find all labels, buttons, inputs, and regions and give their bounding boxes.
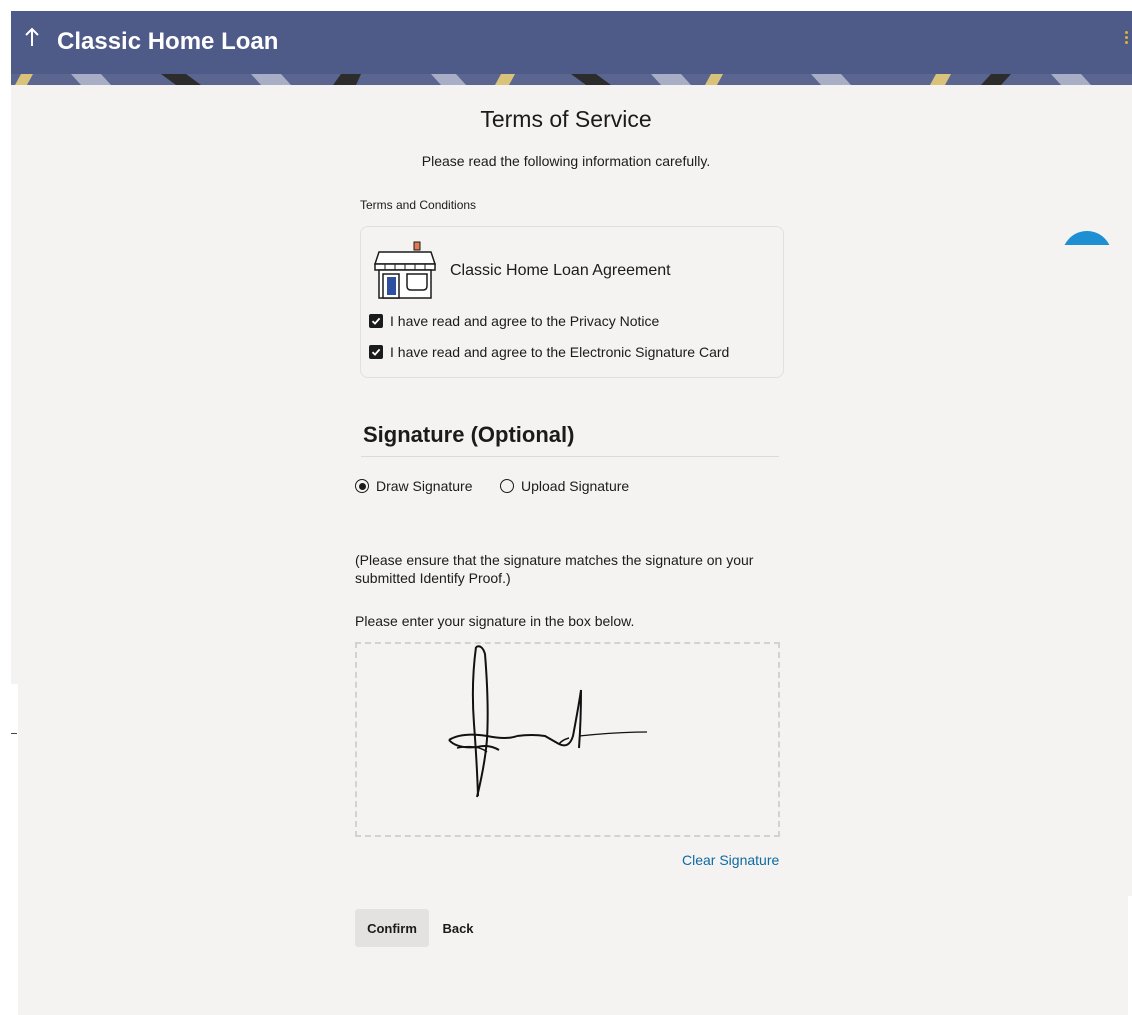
floating-action-button[interactable] xyxy=(1062,231,1112,245)
store-icon xyxy=(373,241,437,299)
checkbox-checked-icon[interactable] xyxy=(369,345,383,359)
privacy-notice-label: I have read and agree to the Privacy Not… xyxy=(390,313,660,329)
upload-signature-label: Upload Signature xyxy=(521,478,630,494)
signature-card-label: I have read and agree to the Electronic … xyxy=(390,344,730,360)
header-decorative-band xyxy=(11,74,1132,85)
page-title: Terms of Service xyxy=(480,106,652,132)
draw-signature-label: Draw Signature xyxy=(376,478,473,494)
signature-card-checkbox[interactable]: I have read and agree to the Electronic … xyxy=(369,344,729,360)
privacy-notice-checkbox[interactable]: I have read and agree to the Privacy Not… xyxy=(369,313,659,329)
checkbox-checked-icon[interactable] xyxy=(369,314,383,328)
signature-section-title: Signature (Optional) xyxy=(363,422,575,447)
drawn-signature xyxy=(448,645,648,798)
radio-unselected-icon[interactable] xyxy=(500,479,514,493)
divider xyxy=(361,456,779,457)
confirm-button[interactable]: Confirm xyxy=(355,909,429,947)
radio-selected-icon[interactable] xyxy=(355,479,369,493)
draw-signature-radio[interactable]: Draw Signature xyxy=(355,478,473,494)
signature-note: (Please ensure that the signature matche… xyxy=(355,552,754,586)
agreement-title: Classic Home Loan Agreement xyxy=(450,262,671,279)
edge-marker xyxy=(11,733,17,734)
app-title: Classic Home Loan xyxy=(57,28,279,55)
kebab-menu-icon[interactable] xyxy=(1123,31,1129,51)
signature-pad[interactable] xyxy=(355,642,780,837)
upload-signature-radio[interactable]: Upload Signature xyxy=(500,478,629,494)
page-edge xyxy=(1128,896,1132,1015)
back-arrow-icon[interactable] xyxy=(21,25,43,55)
page-subtitle: Please read the following information ca… xyxy=(421,153,711,169)
back-button[interactable]: Back xyxy=(436,909,480,947)
terms-section-label: Terms and Conditions xyxy=(360,198,477,212)
clear-signature-link[interactable]: Clear Signature xyxy=(682,852,779,868)
signature-instruction: Please enter your signature in the box b… xyxy=(355,613,635,629)
app-header: Classic Home Loan xyxy=(11,11,1132,85)
